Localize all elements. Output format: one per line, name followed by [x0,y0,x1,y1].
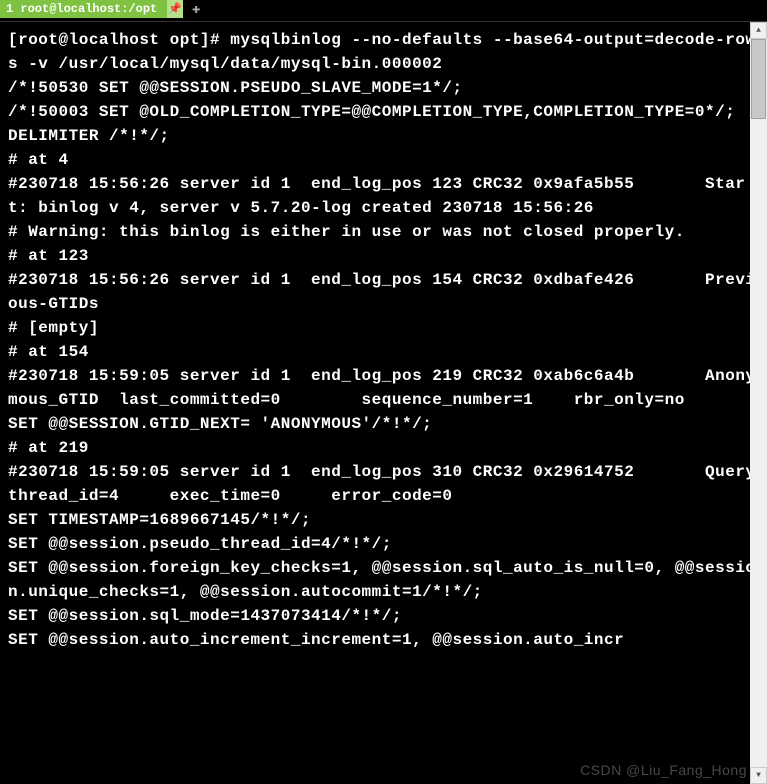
scroll-up-button[interactable]: ▲ [750,22,767,39]
plus-icon: ✚ [192,1,200,18]
tab-label: 1 root@localhost:/opt [6,2,157,16]
titlebar: 1 root@localhost:/opt 📌 ✚ [0,0,767,22]
terminal-output[interactable]: [root@localhost opt]# mysqlbinlog --no-d… [0,22,767,658]
chevron-up-icon: ▲ [756,26,761,35]
pin-icon[interactable]: 📌 [167,0,183,18]
vertical-scrollbar[interactable]: ▲ ▼ [750,22,767,784]
scroll-thumb[interactable] [751,39,766,119]
chevron-down-icon: ▼ [756,771,761,780]
watermark-text: CSDN @Liu_Fang_Hong [580,762,747,778]
scroll-down-button[interactable]: ▼ [750,767,767,784]
terminal-tab[interactable]: 1 root@localhost:/opt [0,0,167,18]
add-tab-button[interactable]: ✚ [187,0,205,18]
